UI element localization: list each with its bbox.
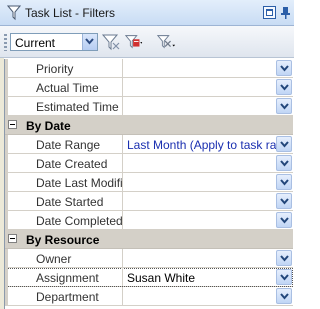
filter-select-dropdown-button[interactable]	[82, 34, 97, 50]
dropdown-button[interactable]	[276, 136, 292, 152]
property-value[interactable]	[124, 287, 276, 305]
property-label: Date Range	[8, 135, 123, 153]
category-label: By Date	[26, 119, 71, 133]
dropdown-button[interactable]	[276, 79, 292, 95]
filter-select[interactable]: Current	[10, 33, 98, 51]
property-value[interactable]: Last Month (Apply to task range)	[124, 135, 276, 153]
property-value[interactable]	[124, 97, 276, 115]
chevron-down-icon	[280, 160, 289, 167]
category-by-resource[interactable]: By Resource	[5, 230, 293, 249]
dropdown-button[interactable]	[276, 250, 292, 266]
property-value[interactable]	[124, 173, 276, 191]
chevron-down-icon	[280, 141, 289, 148]
property-label: Assignment	[8, 268, 123, 286]
window-title: Task List - Filters	[25, 6, 116, 20]
grid-row-date-started[interactable]: Date Started	[5, 192, 293, 211]
property-label: Date Started	[8, 192, 123, 210]
collapse-icon[interactable]	[8, 120, 17, 129]
filter-icon	[7, 5, 21, 21]
title-bar: Task List - Filters	[0, 0, 294, 26]
dropdown-button[interactable]	[276, 98, 292, 114]
filter-toolbar: Current	[0, 26, 294, 58]
edit-filter-icon[interactable]	[124, 33, 144, 51]
grid-row-estimated-time[interactable]: Estimated Time	[5, 97, 293, 116]
chevron-down-icon	[280, 274, 289, 281]
grid-row-date-created[interactable]: Date Created	[5, 154, 293, 173]
property-label: Owner	[8, 249, 123, 267]
grid-row-department[interactable]: Department	[5, 287, 293, 306]
grid-row-priority[interactable]: Priority	[5, 59, 293, 78]
dropdown-button[interactable]	[276, 60, 292, 76]
property-label: Date Created	[8, 154, 123, 172]
grid-row-assignment[interactable]: Assignment Susan White	[5, 268, 293, 287]
window-icon	[266, 9, 273, 16]
grid-row-actual-time[interactable]: Actual Time	[5, 78, 293, 97]
property-label: Estimated Time	[8, 97, 123, 115]
chevron-down-icon	[280, 179, 289, 186]
collapse-icon[interactable]	[8, 234, 17, 243]
chevron-down-icon	[280, 217, 289, 224]
window-mode-button[interactable]	[263, 6, 276, 19]
chevron-down-icon	[280, 84, 289, 91]
property-grid: Priority Actual Time Estimated Time By D…	[4, 59, 293, 309]
chevron-down-icon	[85, 38, 94, 45]
grid-row-date-last-modified[interactable]: Date Last Modified	[5, 173, 293, 192]
category-label: By Resource	[26, 233, 100, 247]
chevron-down-icon	[280, 198, 289, 205]
property-value[interactable]	[124, 154, 276, 172]
chevron-down-icon	[280, 293, 289, 300]
grid-row-owner[interactable]: Owner	[5, 249, 293, 268]
property-label: Date Completed	[8, 211, 123, 229]
dropdown-button[interactable]	[276, 288, 292, 304]
grid-row-date-completed[interactable]: Date Completed	[5, 211, 293, 230]
property-value[interactable]	[124, 192, 276, 210]
property-value[interactable]	[124, 211, 276, 229]
dropdown-button[interactable]	[276, 174, 292, 190]
property-value[interactable]: Susan White	[124, 268, 276, 286]
property-value[interactable]	[124, 78, 276, 96]
property-label: Date Last Modified	[8, 173, 123, 191]
chevron-down-icon	[280, 103, 289, 110]
toolbar-grip[interactable]	[4, 34, 7, 51]
property-value[interactable]	[124, 59, 276, 77]
category-by-date[interactable]: By Date	[5, 116, 293, 135]
property-value[interactable]	[124, 249, 276, 267]
pin-button[interactable]	[279, 6, 292, 19]
apply-filter-icon[interactable]	[101, 33, 121, 51]
grid-row-date-range[interactable]: Date Range Last Month (Apply to task ran…	[5, 135, 293, 154]
property-label: Department	[8, 287, 123, 305]
chevron-down-icon	[280, 65, 289, 72]
dropdown-button[interactable]	[276, 193, 292, 209]
dropdown-button[interactable]	[276, 269, 292, 285]
pin-icon	[281, 7, 290, 19]
filter-select-value: Current	[15, 36, 56, 50]
dropdown-button[interactable]	[276, 212, 292, 228]
chevron-down-icon	[280, 255, 289, 262]
property-label: Actual Time	[8, 78, 123, 96]
dropdown-button[interactable]	[276, 155, 292, 171]
property-label: Priority	[8, 59, 123, 77]
clear-filter-icon[interactable]	[156, 33, 176, 51]
